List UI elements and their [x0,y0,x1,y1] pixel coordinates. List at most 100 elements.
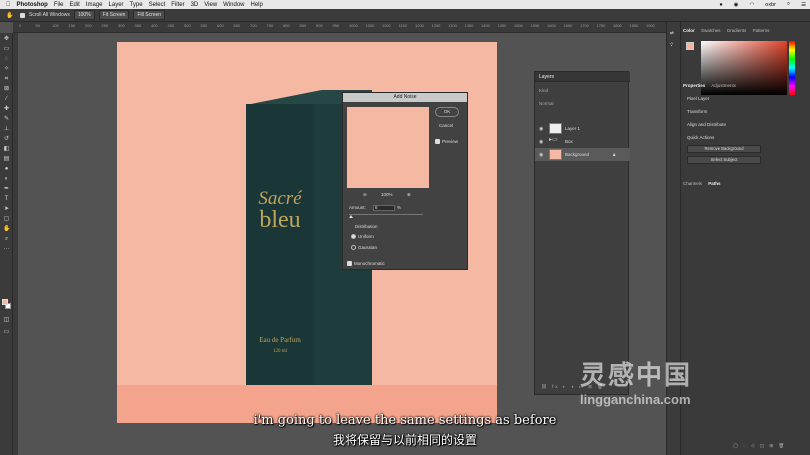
transform-section[interactable]: Transform [687,109,707,114]
move-tool-icon[interactable]: ✥ [3,36,10,42]
menu-filter[interactable]: Filter [171,2,184,8]
more-tools-icon[interactable]: ··· [3,246,10,252]
panel-fg-swatch[interactable] [686,42,694,50]
shape-tool-icon[interactable]: ▢ [3,216,10,222]
monochromatic-checkbox[interactable] [347,261,352,266]
tab-adjustments[interactable]: Adjustments [711,83,736,88]
menu-icon[interactable]: ☰ [801,2,806,8]
amount-slider-knob[interactable] [349,215,353,218]
blur-tool-icon[interactable]: ● [3,166,10,172]
uniform-radio[interactable] [351,234,356,239]
menu-window[interactable]: Window [223,2,244,8]
ruler-tick: 350 [134,23,142,28]
fit-screen-button[interactable]: Fit Screen [98,10,130,20]
menu-select[interactable]: Select [149,2,166,8]
menu-bar:  Photoshop File Edit Image Layer Type S… [0,0,810,9]
learn-icon[interactable]: 💡︎ [670,42,673,47]
gradient-tool-icon[interactable]: ▤ [3,156,10,162]
tab-paths[interactable]: Paths [708,181,720,186]
eyedropper-icon[interactable]: ⁄ [3,96,10,102]
ruler-tick: 1100 [382,23,391,28]
crop-tool-icon[interactable]: ⌗ [3,76,10,82]
amount-label: Amount: [349,205,366,210]
blend-mode[interactable]: Normal [539,101,554,106]
amount-slider[interactable] [349,214,423,215]
history-icon[interactable]: ⇄ [670,30,674,36]
align-section[interactable]: Align and Distribute [687,122,726,127]
dodge-tool-icon[interactable]: ◐ [3,176,10,182]
tab-patterns[interactable]: Patterns [753,28,770,33]
select-subject-button[interactable]: Select Subject [687,156,761,164]
eye-icon[interactable]: ◉ [539,126,543,132]
monochromatic-label: Monochromatic [354,261,385,266]
menu-help[interactable]: Help [251,2,263,8]
history-brush-icon[interactable]: ↺ [3,136,10,142]
type-tool-icon[interactable]: T [3,196,10,202]
record-icon[interactable]: ◉ [734,2,739,8]
brush-tool-icon[interactable]: ✎ [3,116,10,122]
frame-tool-icon[interactable]: ⊠ [3,86,10,92]
menu-3d[interactable]: 3D [191,2,199,8]
tab-layers[interactable]: Layers [539,74,554,80]
ok-button[interactable]: OK [435,107,459,117]
apple-icon[interactable]:  [6,2,11,8]
screen-mode-icon[interactable]: ▭ [3,329,10,335]
menu-layer[interactable]: Layer [109,2,124,8]
ruler-horizontal: 0 50 100 150 200 250 300 350 400 450 500 550 600 650 7… [13,22,666,33]
zoom-out-icon[interactable]: ⊖ [363,192,367,198]
ruler-tick: 1200 [415,23,424,28]
hand-tool-icon-2[interactable]: ✋ [3,226,10,232]
tab-swatches[interactable]: Swatches [701,28,721,33]
tab-color[interactable]: Color [683,28,695,33]
menu-edit[interactable]: Edit [70,2,80,8]
quick-mask-icon[interactable]: ◫ [3,317,10,323]
cancel-button[interactable]: Cancel [439,123,453,128]
menu-view[interactable]: View [204,2,217,8]
ruler-tick: 400 [151,23,158,28]
layer-name: Background [565,152,590,157]
watermark: 灵感中国 lingganchina.com [580,355,692,407]
menu-image[interactable]: Image [86,2,103,8]
user-name[interactable]: oxbr [765,2,776,8]
zoom-tool-icon[interactable]: ⌕ [3,236,10,242]
layer-row[interactable]: ◉ Background 🔒︎ [535,148,630,161]
kind-filter[interactable]: Kind [539,88,548,93]
foreground-color-swatch[interactable] [2,299,8,305]
menu-file[interactable]: File [54,2,64,8]
pen-tool-icon[interactable]: ✒ [3,186,10,192]
zoom-100-button[interactable]: 100% [73,10,95,20]
layer-row[interactable]: ◉ ▸▭ Box [535,135,630,148]
layer-thumbnail [549,123,562,134]
layers-panel: Layers Kind Normal ◉ Layer 1 ◉ ▸▭ Box ◉ … [534,71,630,395]
noise-preview[interactable] [347,107,429,188]
eye-icon[interactable]: ◉ [539,152,543,158]
eye-icon[interactable]: ◉ [539,139,543,145]
layer-row[interactable]: ◉ Layer 1 [535,122,630,135]
search-icon[interactable]: ⌕ [787,1,790,8]
quick-actions-section[interactable]: Quick Actions [687,135,714,140]
tab-channels[interactable]: Channels [683,181,702,186]
fill-screen-button[interactable]: Fill Screen [133,10,166,20]
marquee-tool-icon[interactable]: ▭ [3,46,10,52]
hue-slider[interactable] [789,41,795,95]
magic-wand-icon[interactable]: ✧ [3,66,10,72]
eraser-icon[interactable]: ◧ [3,146,10,152]
stamp-tool-icon[interactable]: ⊥ [3,126,10,132]
right-panels: Color Swatches Gradients Patterns Proper… [680,22,810,455]
tab-gradients[interactable]: Gradients [727,28,747,33]
ruler-tick: 1000 [349,23,358,28]
creative-cloud-icon[interactable]: ● [719,2,722,8]
path-select-icon[interactable]: ➤ [3,206,10,212]
wifi-icon[interactable]: ◠ [749,2,754,8]
remove-background-button[interactable]: Remove Background [687,145,761,153]
gaussian-radio[interactable] [351,245,356,250]
lasso-tool-icon[interactable]: ◌ [3,56,10,62]
zoom-in-icon[interactable]: ⊕ [407,192,411,198]
healing-brush-icon[interactable]: ✚ [3,106,10,112]
menu-app[interactable]: Photoshop [17,2,48,8]
tab-properties[interactable]: Properties [683,83,705,88]
preview-checkbox[interactable] [435,139,440,144]
scroll-all-checkbox[interactable] [20,12,25,18]
hand-tool-icon[interactable]: ✋ [6,12,13,19]
menu-type[interactable]: Type [130,2,143,8]
